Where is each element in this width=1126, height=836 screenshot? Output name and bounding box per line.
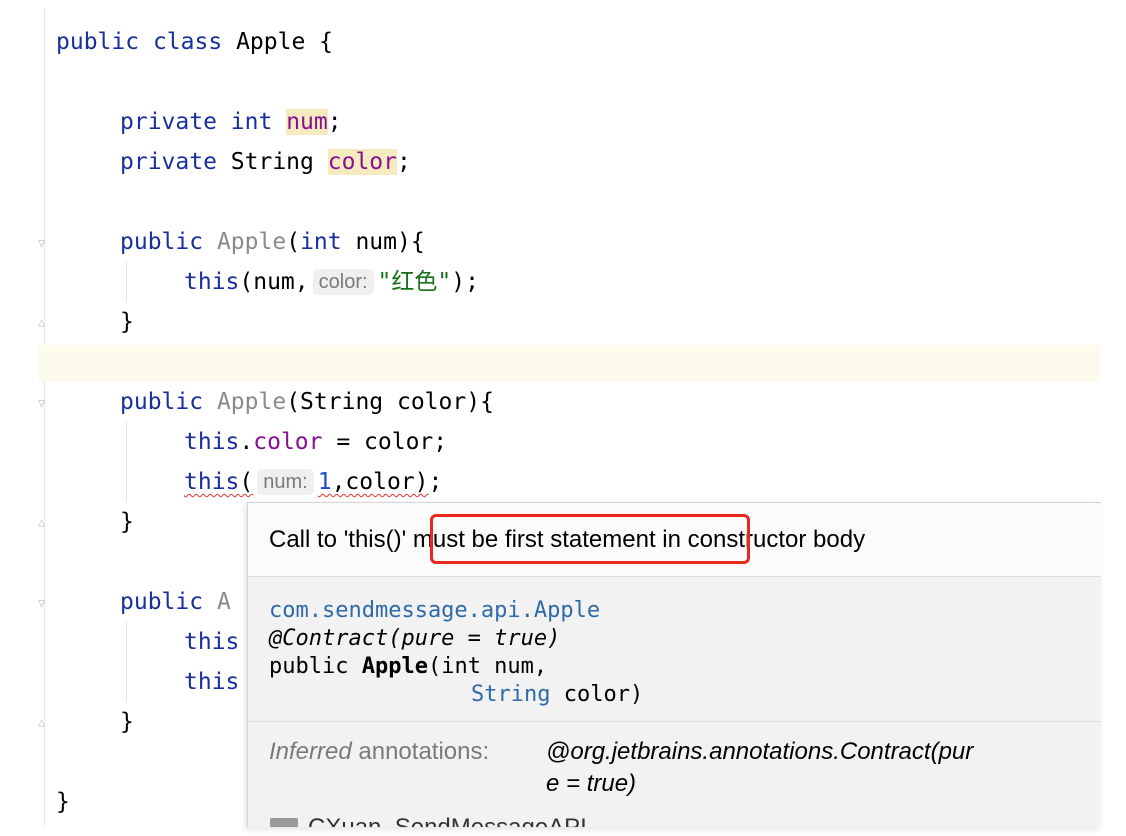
- current-line-highlight: [38, 345, 1100, 382]
- paren: (: [239, 469, 254, 495]
- folder-icon: [270, 818, 298, 827]
- parameter-hint: num:: [257, 469, 314, 495]
- brace: }: [56, 789, 70, 815]
- code-line[interactable]: public Apple(int num){: [120, 227, 425, 257]
- fold-open-icon[interactable]: ▽: [38, 236, 50, 250]
- fold-open-icon[interactable]: ▽: [38, 596, 50, 610]
- code-line[interactable]: public class Apple {: [56, 27, 333, 57]
- inferred-annotations-section: Inferred annotations: @org.jetbrains.ann…: [248, 722, 1101, 827]
- brace: {: [319, 29, 334, 55]
- brace: }: [120, 509, 134, 535]
- args: (num,: [239, 269, 309, 295]
- keyword: public: [120, 589, 204, 615]
- keyword: public: [120, 389, 204, 415]
- code-line[interactable]: this: [184, 627, 239, 657]
- dot: .: [239, 429, 254, 455]
- type-name: String: [230, 149, 314, 175]
- indent-guide: [126, 262, 127, 302]
- keyword: this: [184, 669, 240, 695]
- inferred-value-cont: e = true): [546, 770, 637, 797]
- keyword: this: [184, 469, 240, 495]
- code-line[interactable]: private String color;: [120, 147, 411, 177]
- inferred-label-italic: Inferred: [269, 738, 352, 765]
- error-call[interactable]: this(num: 1,color): [184, 469, 429, 495]
- param: num){: [341, 229, 425, 255]
- indent-guide: [126, 622, 127, 702]
- code-line[interactable]: }: [120, 307, 134, 337]
- editor-gutter: [0, 0, 46, 826]
- code-line[interactable]: this: [184, 667, 239, 697]
- code-line[interactable]: public A: [120, 587, 231, 617]
- fold-open-icon[interactable]: ▽: [38, 396, 50, 410]
- brace: }: [120, 309, 134, 335]
- assignment: = color;: [322, 429, 448, 455]
- code-line[interactable]: public Apple(String color){: [120, 387, 494, 417]
- code-line[interactable]: this(num, color: "红色");: [184, 267, 479, 297]
- code-line[interactable]: private int num;: [120, 107, 342, 137]
- documentation-section: com.sendmessage.api.Apple @Contract(pure…: [248, 577, 1101, 722]
- constructor-name: Apple: [216, 229, 287, 255]
- error-message-section: Call to 'this()' must be first statement…: [248, 503, 1101, 577]
- args-close: );: [451, 269, 479, 295]
- field-name: color: [253, 429, 323, 455]
- code-line[interactable]: }: [120, 707, 134, 737]
- keyword: int: [300, 229, 342, 255]
- fold-close-icon[interactable]: △: [38, 715, 50, 729]
- field-name: num: [286, 109, 328, 135]
- doc-signature-cont: String color): [471, 681, 643, 709]
- keyword: public: [120, 229, 204, 255]
- parameter-hint: color:: [312, 269, 374, 295]
- inferred-label-text: annotations:: [351, 738, 490, 765]
- field-name: color: [327, 149, 397, 175]
- doc-method-name: Apple: [361, 654, 428, 679]
- semicolon: ;: [428, 469, 443, 495]
- semicolon: ;: [397, 149, 411, 175]
- keyword: this: [184, 629, 240, 655]
- indent-guide: [126, 422, 127, 502]
- code-line[interactable]: this(num: 1,color);: [184, 467, 442, 497]
- keyword: public: [56, 29, 140, 55]
- module-name[interactable]: CXuan_SendMessageAPI: [308, 812, 587, 827]
- doc-annotation: @Contract(pure = true): [269, 626, 561, 651]
- keyword: private: [120, 109, 217, 135]
- fold-close-icon[interactable]: △: [38, 515, 50, 529]
- inferred-label: Inferred annotations:: [269, 736, 489, 768]
- semicolon: ;: [327, 109, 342, 135]
- keyword: int: [230, 109, 273, 135]
- params: (String color){: [286, 389, 494, 415]
- doc-class-link[interactable]: com.sendmessage.api.Apple: [269, 597, 600, 625]
- code-line[interactable]: }: [56, 787, 70, 817]
- inferred-value: @org.jetbrains.annotations.Contract(pur: [546, 738, 974, 765]
- error-text-part: Call to 'this(): [269, 526, 402, 553]
- paren: (: [286, 229, 301, 255]
- fold-close-icon[interactable]: △: [38, 315, 50, 329]
- number-literal: 1: [317, 469, 332, 495]
- code-line[interactable]: this.color = color;: [184, 427, 447, 457]
- class-name: Apple: [236, 29, 306, 55]
- doc-type-link[interactable]: String: [471, 682, 550, 707]
- args: ,color): [331, 469, 429, 495]
- gutter-divider: [44, 8, 45, 826]
- doc-param-name: color): [550, 682, 644, 707]
- constructor-name: A: [216, 589, 231, 615]
- error-tooltip-popup[interactable]: Call to 'this()' must be first statement…: [247, 502, 1101, 827]
- keyword: this: [184, 269, 240, 295]
- keyword: class: [152, 29, 223, 55]
- doc-modifier: public: [269, 654, 362, 679]
- doc-signature: public Apple(int num,: [269, 653, 547, 681]
- annotation-highlight-box: [430, 514, 750, 564]
- keyword: this: [184, 429, 240, 455]
- code-line[interactable]: }: [120, 507, 134, 537]
- constructor-name: Apple: [216, 389, 287, 415]
- brace: }: [120, 709, 134, 735]
- doc-params: (int num,: [427, 654, 548, 679]
- string-literal: "红色": [377, 269, 452, 295]
- keyword: private: [120, 149, 217, 175]
